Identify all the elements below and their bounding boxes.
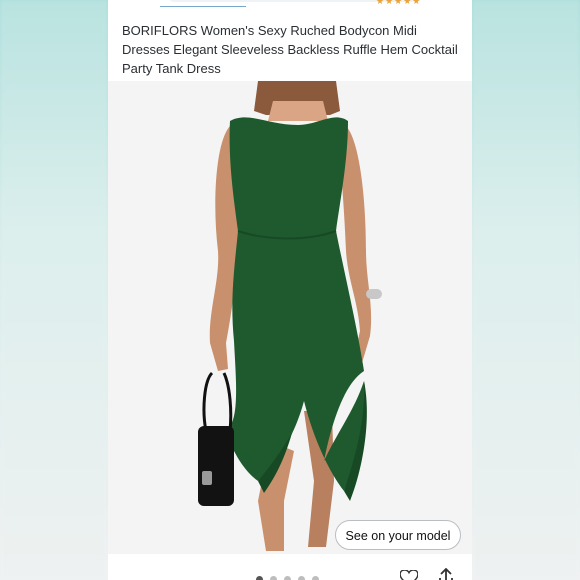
blurred-backdrop-right (472, 0, 580, 580)
product-image[interactable]: See on your model (108, 81, 472, 554)
rating-stars-icon: ★★★★★ (376, 0, 422, 6)
blurred-backdrop-left (0, 0, 108, 580)
previous-content-cutoff: ★★★★★ (108, 0, 472, 14)
bracelet (366, 289, 382, 299)
handbag (198, 426, 234, 506)
carousel-dot[interactable] (312, 576, 319, 580)
carousel-dot[interactable] (270, 576, 277, 580)
carousel-dot[interactable] (284, 576, 291, 580)
carousel-dot[interactable] (256, 576, 263, 580)
dress-model-illustration (198, 81, 382, 551)
product-title: BORIFLORS Women's Sexy Ruched Bodycon Mi… (122, 23, 458, 76)
share-icon[interactable] (438, 568, 454, 580)
neck (268, 101, 328, 121)
bag-buckle (202, 471, 212, 485)
bag-strap (202, 371, 214, 432)
cut-off-link (160, 0, 246, 7)
bag-strap-2 (222, 372, 233, 432)
image-toolbar (108, 554, 472, 580)
carousel-dots (256, 576, 319, 580)
heart-icon[interactable] (400, 570, 418, 580)
see-on-model-button[interactable]: See on your model (335, 520, 461, 550)
carousel-dot[interactable] (298, 576, 305, 580)
product-screen: ★★★★★ BORIFLORS Women's Sexy Ruched Body… (108, 0, 472, 580)
